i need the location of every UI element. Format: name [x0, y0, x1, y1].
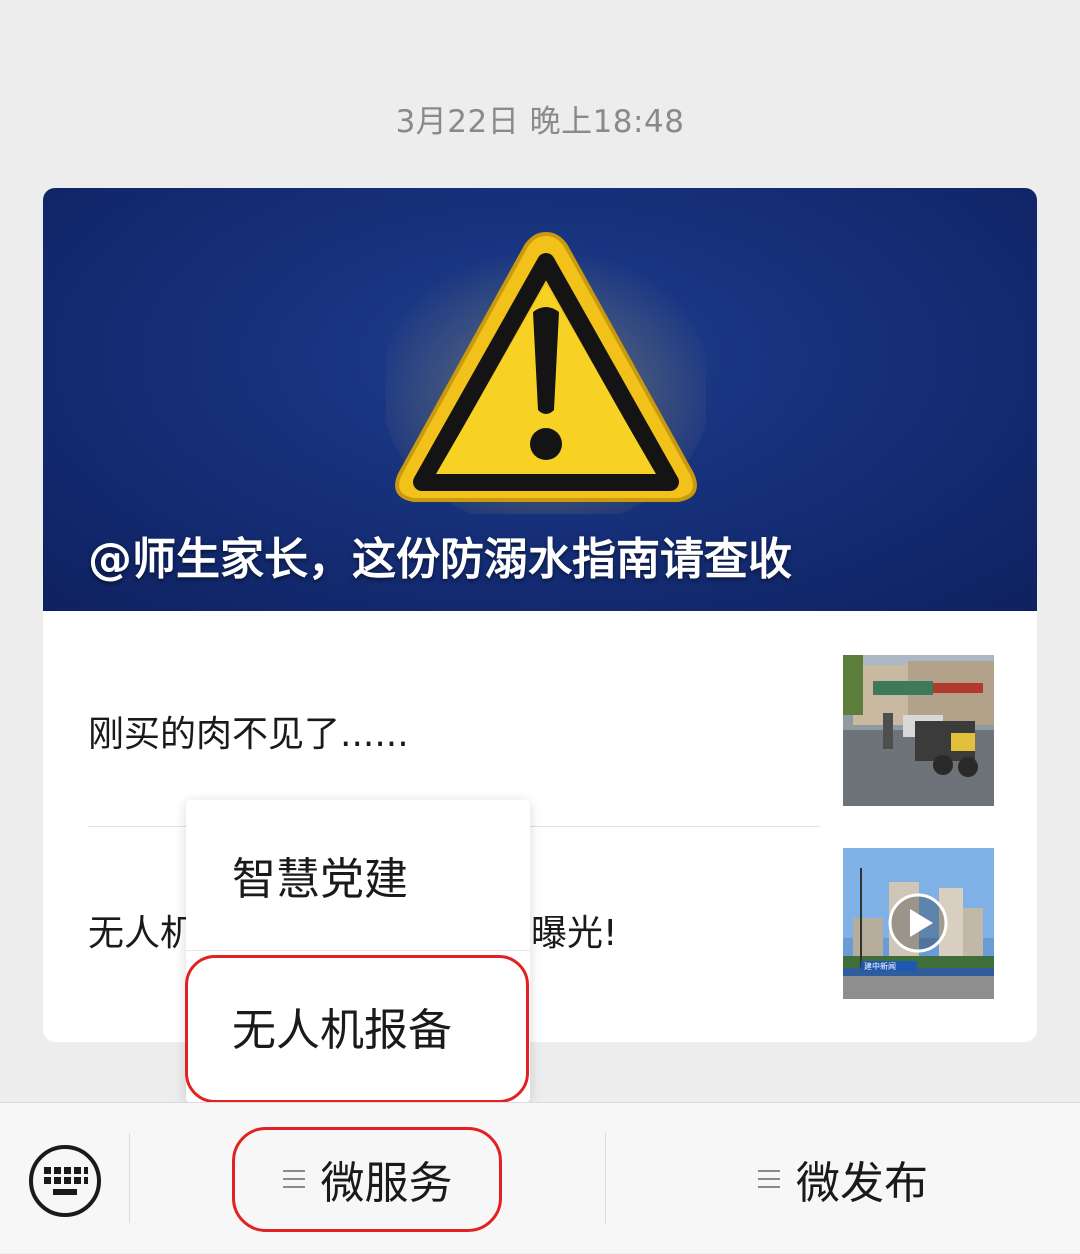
message-timestamp: 3月22日 晚上18:48 [395, 104, 685, 140]
menu-item-drone-registration[interactable]: 无人机报备 [186, 951, 530, 1101]
article-title-left: 无人机 [88, 913, 197, 954]
article-title: 刚买的肉不见了...... [88, 714, 409, 755]
menu-tab-publish[interactable]: 微发布 [606, 1103, 1080, 1254]
menu-tab-services[interactable]: 微服务 [130, 1103, 605, 1254]
menu-item-smart-party[interactable]: 智慧党建 [186, 800, 530, 950]
bottom-menu-bar: 微服务 微发布 [0, 1102, 1080, 1253]
hero-article[interactable]: @师生家长，这份防溺水指南请查收 [43, 188, 1037, 611]
warning-triangle-icon [386, 231, 706, 514]
video-thumbnail: 建中新闻 [843, 848, 994, 999]
menu-tab-label: 微服务 [320, 1157, 453, 1209]
service-submenu: 智慧党建 无人机报备 [186, 800, 530, 1102]
menu-lines-icon [282, 1169, 305, 1188]
article-thumbnail [843, 655, 994, 806]
article-item-1[interactable]: 刚买的肉不见了...... [43, 611, 1037, 806]
article-title-right: 曝光! [531, 913, 618, 954]
menu-lines-icon [758, 1169, 780, 1188]
thumbnail-caption: 建中新闻 [864, 961, 896, 971]
hero-title: @师生家长，这份防溺水指南请查收 [88, 534, 792, 585]
menu-tab-label: 微发布 [796, 1157, 928, 1209]
keyboard-icon[interactable] [27, 1143, 103, 1219]
